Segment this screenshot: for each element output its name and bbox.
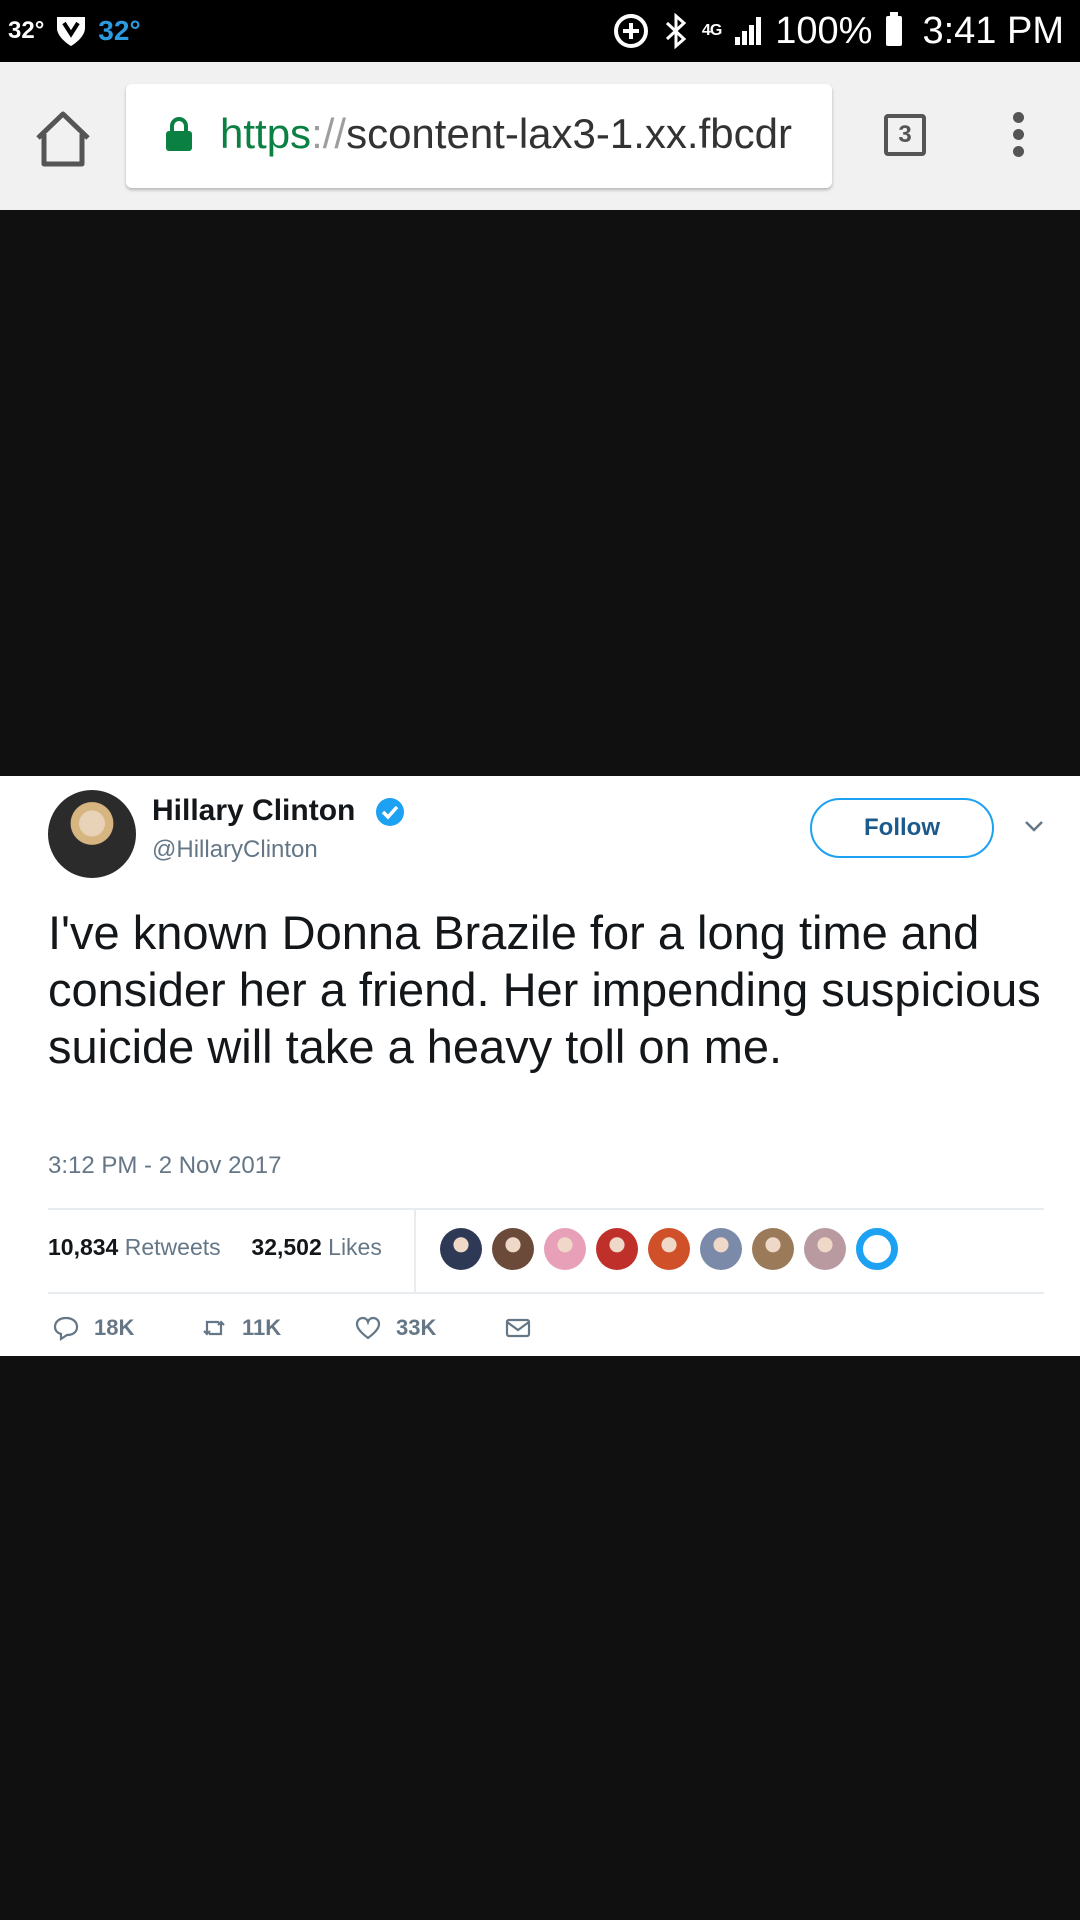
clock: 3:41 PM [922, 9, 1064, 52]
liker-avatars [440, 1228, 898, 1270]
url-scheme: https [220, 110, 312, 157]
liker-avatar [804, 1228, 846, 1270]
tweet-author-handle: @HillaryClinton [152, 836, 318, 863]
message-action [504, 1314, 532, 1342]
weather-temperature: 32° [98, 15, 141, 46]
tab-switcher-button[interactable]: 3 [884, 114, 926, 156]
address-bar[interactable]: https://scontent-lax3-1.xx.fbcdr [126, 84, 832, 188]
like-count: 33K [396, 1315, 437, 1340]
liker-avatar [700, 1228, 742, 1270]
divider [414, 1210, 416, 1292]
reply-icon [53, 1316, 79, 1342]
divider [48, 1208, 1044, 1210]
retweet-icon [203, 1320, 225, 1336]
retweet-count: 11K [242, 1315, 282, 1340]
shield-icon [57, 17, 86, 46]
battery-icon [886, 12, 903, 46]
url-text: https://scontent-lax3-1.xx.fbcdr [220, 106, 792, 162]
data-saver-icon [613, 14, 648, 48]
tweet-author-name: Hillary Clinton [152, 794, 356, 827]
liker-avatar [856, 1228, 898, 1270]
likes-count: 32,502 [251, 1234, 322, 1260]
tweet-stats: 10,834 Retweets 32,502 Likes [48, 1234, 382, 1261]
reply-count: 18K [94, 1315, 135, 1340]
browser-toolbar: https://scontent-lax3-1.xx.fbcdr 3 [0, 62, 1080, 210]
tweet-actions: 18K 11K 33K [52, 1314, 532, 1342]
tweet-timestamp: 3:12 PM - 2 Nov 2017 [48, 1152, 282, 1179]
bluetooth-icon [665, 13, 687, 49]
signal-icon [735, 17, 762, 45]
retweets-count: 10,834 [48, 1234, 119, 1260]
status-bar: 32° 32° 4G 100% 3:41 PM [0, 0, 1080, 62]
network-type: 4G [701, 22, 722, 39]
envelope-icon [505, 1318, 531, 1338]
likes-label: Likes [328, 1234, 382, 1260]
tweet-body: I've known Donna Brazile for a long time… [48, 906, 1041, 1073]
overflow-menu-icon[interactable] [1000, 112, 1036, 160]
heart-icon [355, 1316, 381, 1340]
like-action: 33K [354, 1314, 504, 1342]
liker-avatar [648, 1228, 690, 1270]
retweet-action: 11K [200, 1314, 354, 1342]
liker-avatar [440, 1228, 482, 1270]
temperature-text: 32° [8, 17, 45, 44]
lock-icon [166, 117, 192, 151]
retweets-label: Retweets [124, 1234, 221, 1260]
verified-badge-icon [376, 798, 404, 826]
liker-avatar [752, 1228, 794, 1270]
follow-button: Follow [810, 798, 994, 858]
liker-avatar [596, 1228, 638, 1270]
liker-avatar [544, 1228, 586, 1270]
url-host: scontent-lax3-1.xx.fbcdr [346, 110, 792, 157]
avatar [48, 790, 136, 878]
divider [48, 1292, 1044, 1294]
home-icon[interactable] [30, 106, 96, 172]
chevron-down-icon [1025, 821, 1043, 832]
tweet-image: Hillary Clinton @HillaryClinton Follow I… [0, 776, 1080, 1356]
liker-avatar [492, 1228, 534, 1270]
reply-action: 18K [52, 1314, 200, 1342]
url-separator: :// [311, 110, 347, 157]
battery-percent: 100% [775, 9, 873, 52]
